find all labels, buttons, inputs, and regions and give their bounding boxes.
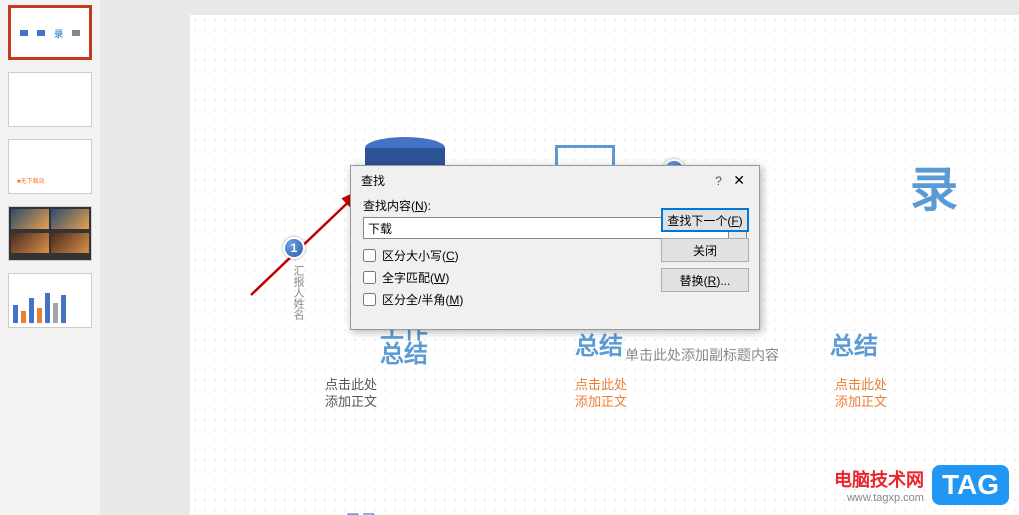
dialog-titlebar[interactable]: 查找 ? ✕ [351, 166, 759, 195]
match-case-label: 区分大小写(C) [382, 247, 459, 264]
title-char[interactable]: 录 [910, 150, 958, 220]
dialog-title-text: 查找 [361, 172, 385, 189]
thumb-text: ■无下载站 [17, 176, 45, 185]
watermark: 电脑技术网 www.tagxp.com TAG [834, 465, 1009, 505]
replace-button[interactable]: 替换(R)... [661, 268, 749, 292]
full-half-input[interactable] [363, 293, 376, 306]
work-summary-text-2[interactable]: 总结 [575, 335, 623, 359]
thumb-shape [37, 30, 45, 36]
match-case-input[interactable] [363, 249, 376, 262]
watermark-site-name: 电脑技术网 [834, 466, 924, 492]
find-next-button[interactable]: 查找下一个(F) [661, 208, 749, 232]
body-placeholder-2[interactable]: 点击此处添加正文 [575, 377, 627, 411]
slide-thumbnails-panel: 录 ■无下载站 [0, 0, 100, 515]
thumbnail-slide-5[interactable] [8, 273, 92, 328]
thumb-chart [13, 288, 66, 323]
work-summary-text-3[interactable]: 总结 [830, 335, 878, 359]
toc-label[interactable]: 目录 [345, 507, 377, 515]
annotation-marker-1: 1 [283, 237, 305, 259]
thumb-shape [20, 30, 28, 36]
thumbnail-slide-1[interactable]: 录 [8, 5, 92, 60]
close-icon[interactable]: ✕ [729, 172, 749, 188]
subtitle-placeholder[interactable]: 单击此处添加副标题内容 [625, 345, 779, 365]
reporter-name-label[interactable]: 汇报人姓名 [290, 265, 306, 320]
whole-word-label: 全字匹配(W) [382, 269, 449, 286]
watermark-tag: TAG [932, 465, 1009, 505]
full-half-checkbox[interactable]: 区分全/半角(M) [363, 291, 747, 308]
whole-word-input[interactable] [363, 271, 376, 284]
body-placeholder-3[interactable]: 点击此处添加正文 [835, 377, 887, 411]
thumb-shape [72, 30, 80, 36]
thumbnail-slide-4[interactable] [8, 206, 92, 261]
full-half-label: 区分全/半角(M) [382, 291, 463, 308]
watermark-url: www.tagxp.com [834, 492, 924, 504]
thumbnail-slide-3[interactable]: ■无下载站 [8, 139, 92, 194]
thumbnail-slide-2[interactable] [8, 72, 92, 127]
close-button[interactable]: 关闭 [661, 238, 749, 262]
body-placeholder-1[interactable]: 点击此处添加正文 [325, 377, 377, 411]
thumb-text: 录 [54, 27, 63, 40]
help-button[interactable]: ? [711, 174, 726, 188]
find-dialog: 查找 ? ✕ 查找内容(N): ▾ 区分大小写(C) 全字匹配(W) 区分全/半… [350, 165, 760, 330]
